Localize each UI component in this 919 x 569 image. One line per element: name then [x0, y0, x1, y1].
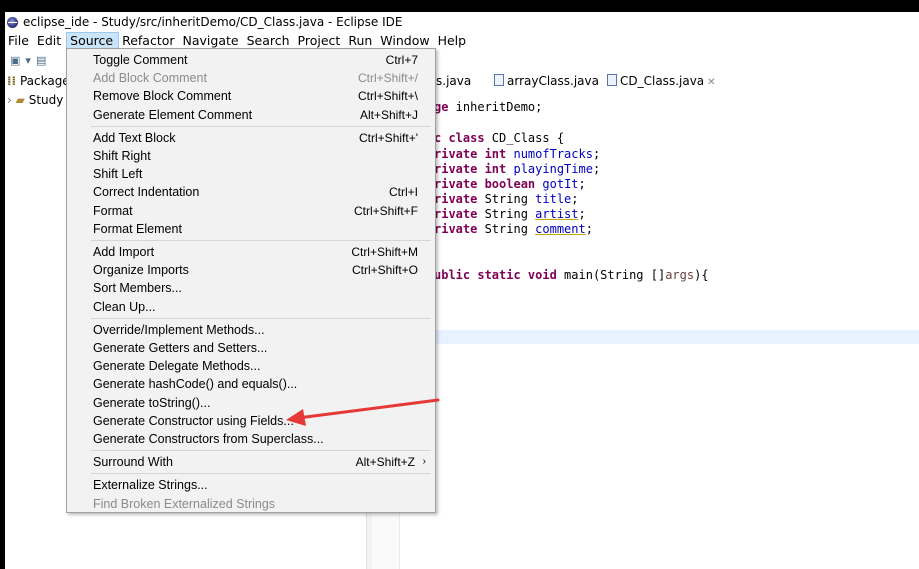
menu-item-generate-constructors-from-superclass[interactable]: Generate Constructors from Superclass...: [67, 430, 435, 448]
menu-item-shortcut: Ctrl+Shift+/: [357, 71, 418, 86]
menu-item-shortcut: Ctrl+7: [385, 53, 418, 67]
code-line-package: ge inheritDemo;: [434, 100, 543, 114]
window-title: eclipse_ide - Study/src/inheritDemo/CD_C…: [23, 15, 403, 29]
package-explorer-title: Package: [19, 74, 70, 88]
menu-item-label: Find Broken Externalized Strings: [93, 496, 276, 511]
menu-edit[interactable]: Edit: [34, 32, 66, 50]
current-line-highlight: [400, 330, 919, 344]
code-line-field: rivate int numofTracks;: [434, 147, 601, 161]
menu-item-toggle-comment[interactable]: Toggle Comment Ctrl+7: [67, 51, 435, 69]
menu-help[interactable]: Help: [435, 32, 472, 50]
menu-item-generate-tostring[interactable]: Generate toString()...: [67, 394, 435, 412]
menu-item-label: Format Element: [93, 221, 182, 236]
menu-item-label: Shift Right: [93, 149, 151, 163]
code-line-field: rivate String comment;: [434, 222, 593, 236]
menu-item-label: Add Import: [93, 245, 155, 259]
menu-item-generate-hashcode-and-equals[interactable]: Generate hashCode() and equals()...: [67, 375, 435, 393]
java-file-icon: [494, 74, 504, 86]
menu-item-label: Generate Constructors from Superclass...: [93, 432, 324, 446]
menu-item-override-implement-methods[interactable]: Override/Implement Methods...: [67, 321, 435, 339]
menu-item-label: Generate toString()...: [93, 395, 211, 410]
menu-item-shortcut: Ctrl+Shift+': [359, 130, 418, 145]
code-editor[interactable]: s.java arrayClass.java CD_Class.java ✕ ge…: [372, 72, 919, 569]
menu-item-shortcut: Ctrl+Shift+F: [353, 203, 418, 218]
menu-item-shortcut: Alt+Shift+J: [359, 107, 418, 122]
project-name: Study: [28, 93, 64, 107]
package-explorer-icon: ⁞⁞: [7, 74, 17, 88]
menu-item-label: Organize Imports: [93, 263, 189, 278]
menu-item-label: Externalize Strings...: [93, 478, 208, 493]
menu-item-label: Add Block Comment: [93, 71, 207, 86]
menu-item-label: Generate Element Comment: [93, 107, 253, 122]
menu-item-correct-indentation[interactable]: Correct Indentation Ctrl+I: [67, 183, 435, 201]
menu-item-label: Remove Block Comment: [93, 89, 232, 104]
menu-item-label: Generate Constructor using Fields...: [93, 413, 294, 428]
menu-item-label: Add Text Block: [93, 130, 176, 145]
menu-item-shortcut: Ctrl+Shift+M: [351, 245, 418, 259]
editor-tab-cd-class[interactable]: CD_Class.java ✕: [607, 74, 716, 88]
menu-item-shortcut: Ctrl+I: [388, 185, 418, 200]
title-bar: eclipse_ide - Study/src/inheritDemo/CD_C…: [5, 12, 919, 32]
menu-item-label: Sort Members...: [93, 281, 182, 296]
menu-item-shortcut: Ctrl+Shift+\: [357, 89, 418, 104]
menu-item-label: Override/Implement Methods...: [93, 322, 265, 337]
menu-item-label: Generate Getters and Setters...: [93, 341, 268, 355]
menu-item-label: Generate Delegate Methods...: [93, 359, 261, 374]
new-icon[interactable]: ▣: [10, 54, 20, 67]
menu-item-label: Format: [93, 203, 133, 218]
menu-separator: [91, 450, 431, 452]
save-icon[interactable]: ▤: [36, 54, 46, 67]
editor-tab-s-java[interactable]: s.java: [436, 74, 471, 88]
menu-item-externalize-strings[interactable]: Externalize Strings...: [67, 476, 435, 494]
menu-item-shortcut: Ctrl+Shift+O: [351, 263, 418, 278]
menu-item-generate-element-comment[interactable]: Generate Element Comment Alt+Shift+J: [67, 106, 435, 124]
menu-item-shortcut: Alt+Shift+Z: [355, 455, 415, 470]
menu-item-remove-block-comment[interactable]: Remove Block Comment Ctrl+Shift+\: [67, 87, 435, 105]
submenu-arrow-icon: ›: [422, 456, 426, 468]
menu-item-add-text-block[interactable]: Add Text Block Ctrl+Shift+': [67, 129, 435, 147]
menu-separator: [91, 473, 431, 475]
menu-item-label: Generate hashCode() and equals()...: [93, 377, 298, 392]
menu-item-add-import[interactable]: Add Import Ctrl+Shift+M: [67, 243, 435, 261]
menu-separator: [91, 240, 431, 241]
menu-item-add-block-comment: Add Block Comment Ctrl+Shift+/: [67, 69, 435, 87]
menu-item-surround-with[interactable]: Surround With Alt+Shift+Z ›: [67, 453, 435, 471]
menu-item-generate-constructor-using-fields[interactable]: Generate Constructor using Fields...: [67, 412, 435, 430]
menu-item-shift-left[interactable]: Shift Left: [67, 165, 435, 183]
editor-tab-arrayclass[interactable]: arrayClass.java: [494, 74, 599, 88]
chevron-down-icon[interactable]: ▾: [25, 54, 31, 67]
menu-item-find-broken-externalized-strings: Find Broken Externalized Strings: [67, 495, 435, 513]
menu-item-format-element[interactable]: Format Element: [67, 220, 435, 238]
package-explorer-tab[interactable]: ⁞⁞ Package: [7, 74, 70, 88]
editor-tabs: s.java arrayClass.java CD_Class.java ✕: [372, 72, 919, 92]
menu-file[interactable]: File: [5, 32, 34, 50]
menu-item-sort-members[interactable]: Sort Members...: [67, 279, 435, 297]
menu-item-organize-imports[interactable]: Organize Imports Ctrl+Shift+O: [67, 261, 435, 279]
eclipse-logo-icon: [7, 16, 18, 28]
menu-separator: [91, 125, 431, 127]
code-line-field: rivate boolean gotIt;: [434, 177, 586, 191]
menu-item-generate-delegate-methods[interactable]: Generate Delegate Methods...: [67, 357, 435, 375]
menu-item-label: Toggle Comment: [93, 53, 188, 67]
menu-item-label: Clean Up...: [93, 299, 156, 314]
menu-item-generate-getters-and-setters[interactable]: Generate Getters and Setters...: [67, 339, 435, 357]
java-file-icon: [607, 74, 617, 86]
menu-item-label: Shift Left: [93, 167, 143, 182]
code-line-field: rivate String artist;: [434, 207, 586, 221]
project-tree-item[interactable]: › ▰ Study: [7, 93, 63, 107]
expand-icon[interactable]: ›: [7, 93, 12, 107]
project-folder-icon: ▰: [15, 93, 25, 107]
menu-item-format[interactable]: Format Ctrl+Shift+F: [67, 202, 435, 220]
code-line-class: c class CD_Class {: [434, 131, 565, 145]
menu-item-label: Correct Indentation: [93, 185, 200, 200]
menu-separator: [91, 317, 431, 319]
code-line-field: rivate String title;: [434, 192, 579, 206]
source-menu-dropdown: Toggle Comment Ctrl+7 Add Block Comment Ctr…: [66, 48, 436, 513]
close-icon[interactable]: ✕: [707, 77, 715, 88]
menu-item-label: Surround With: [93, 455, 173, 470]
code-line-field: rivate int playingTime;: [434, 162, 601, 176]
menu-item-shift-right[interactable]: Shift Right: [67, 147, 435, 165]
menu-item-clean-up[interactable]: Clean Up...: [67, 298, 435, 316]
code-line-main: ublic static void main(String []args){: [434, 268, 709, 282]
